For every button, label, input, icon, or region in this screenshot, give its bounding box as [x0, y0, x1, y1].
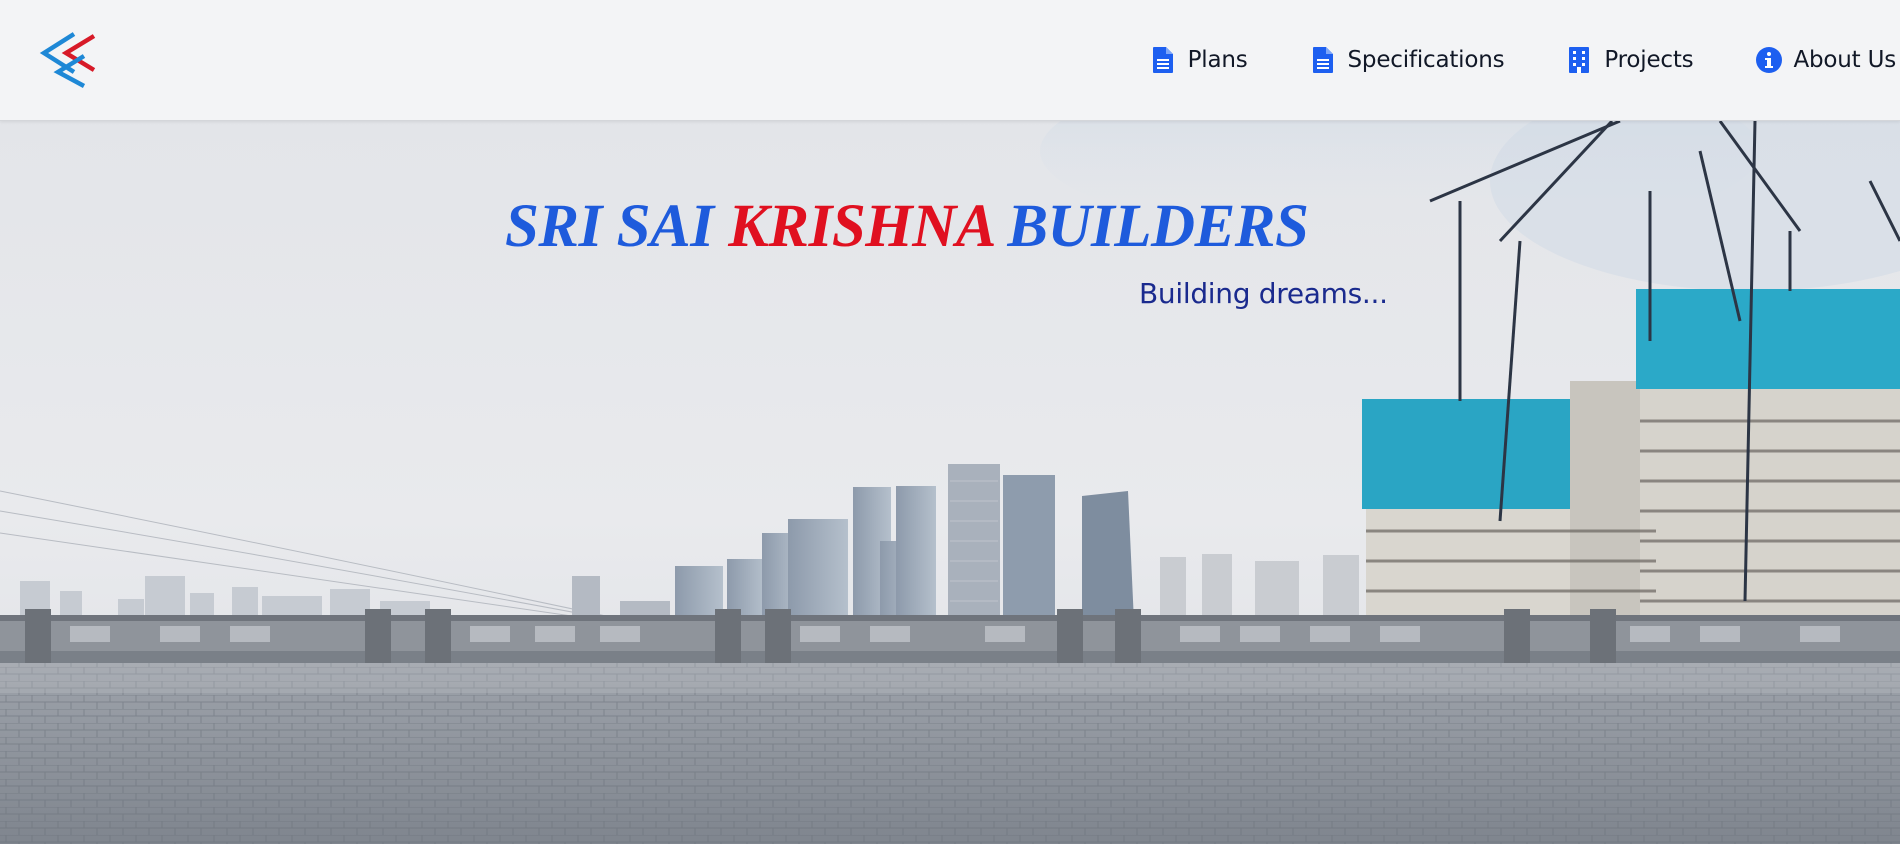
nav-item-projects[interactable]: Projects [1566, 46, 1694, 74]
nav-label: Specifications [1347, 47, 1505, 73]
nav-label: Projects [1604, 47, 1694, 73]
navbar: Plans Specifications Projects About Us [0, 0, 1900, 121]
hero-title-part1: SRI SAI [505, 193, 714, 260]
nav-item-about-us[interactable]: About Us [1755, 46, 1896, 74]
nav-links: Plans Specifications Projects About Us [1150, 0, 1896, 120]
hero-title: SRI SAI KRISHNA BUILDERS [505, 193, 1309, 260]
hero-tagline: Building dreams... [1139, 277, 1388, 310]
hero-banner: SRI SAI KRISHNA BUILDERS Building dreams… [0, 121, 1900, 844]
hero-title-part2: KRISHNA [728, 193, 993, 260]
nav-item-specifications[interactable]: Specifications [1310, 46, 1505, 74]
nav-item-plans[interactable]: Plans [1150, 46, 1248, 74]
file-text-icon [1310, 46, 1336, 74]
info-circle-icon [1755, 46, 1783, 74]
nav-label: About Us [1793, 47, 1896, 73]
file-text-icon [1150, 46, 1176, 74]
hero-title-part3: BUILDERS [1007, 193, 1309, 260]
logo-icon[interactable] [38, 28, 108, 88]
building-icon [1566, 46, 1592, 74]
nav-label: Plans [1187, 47, 1248, 73]
